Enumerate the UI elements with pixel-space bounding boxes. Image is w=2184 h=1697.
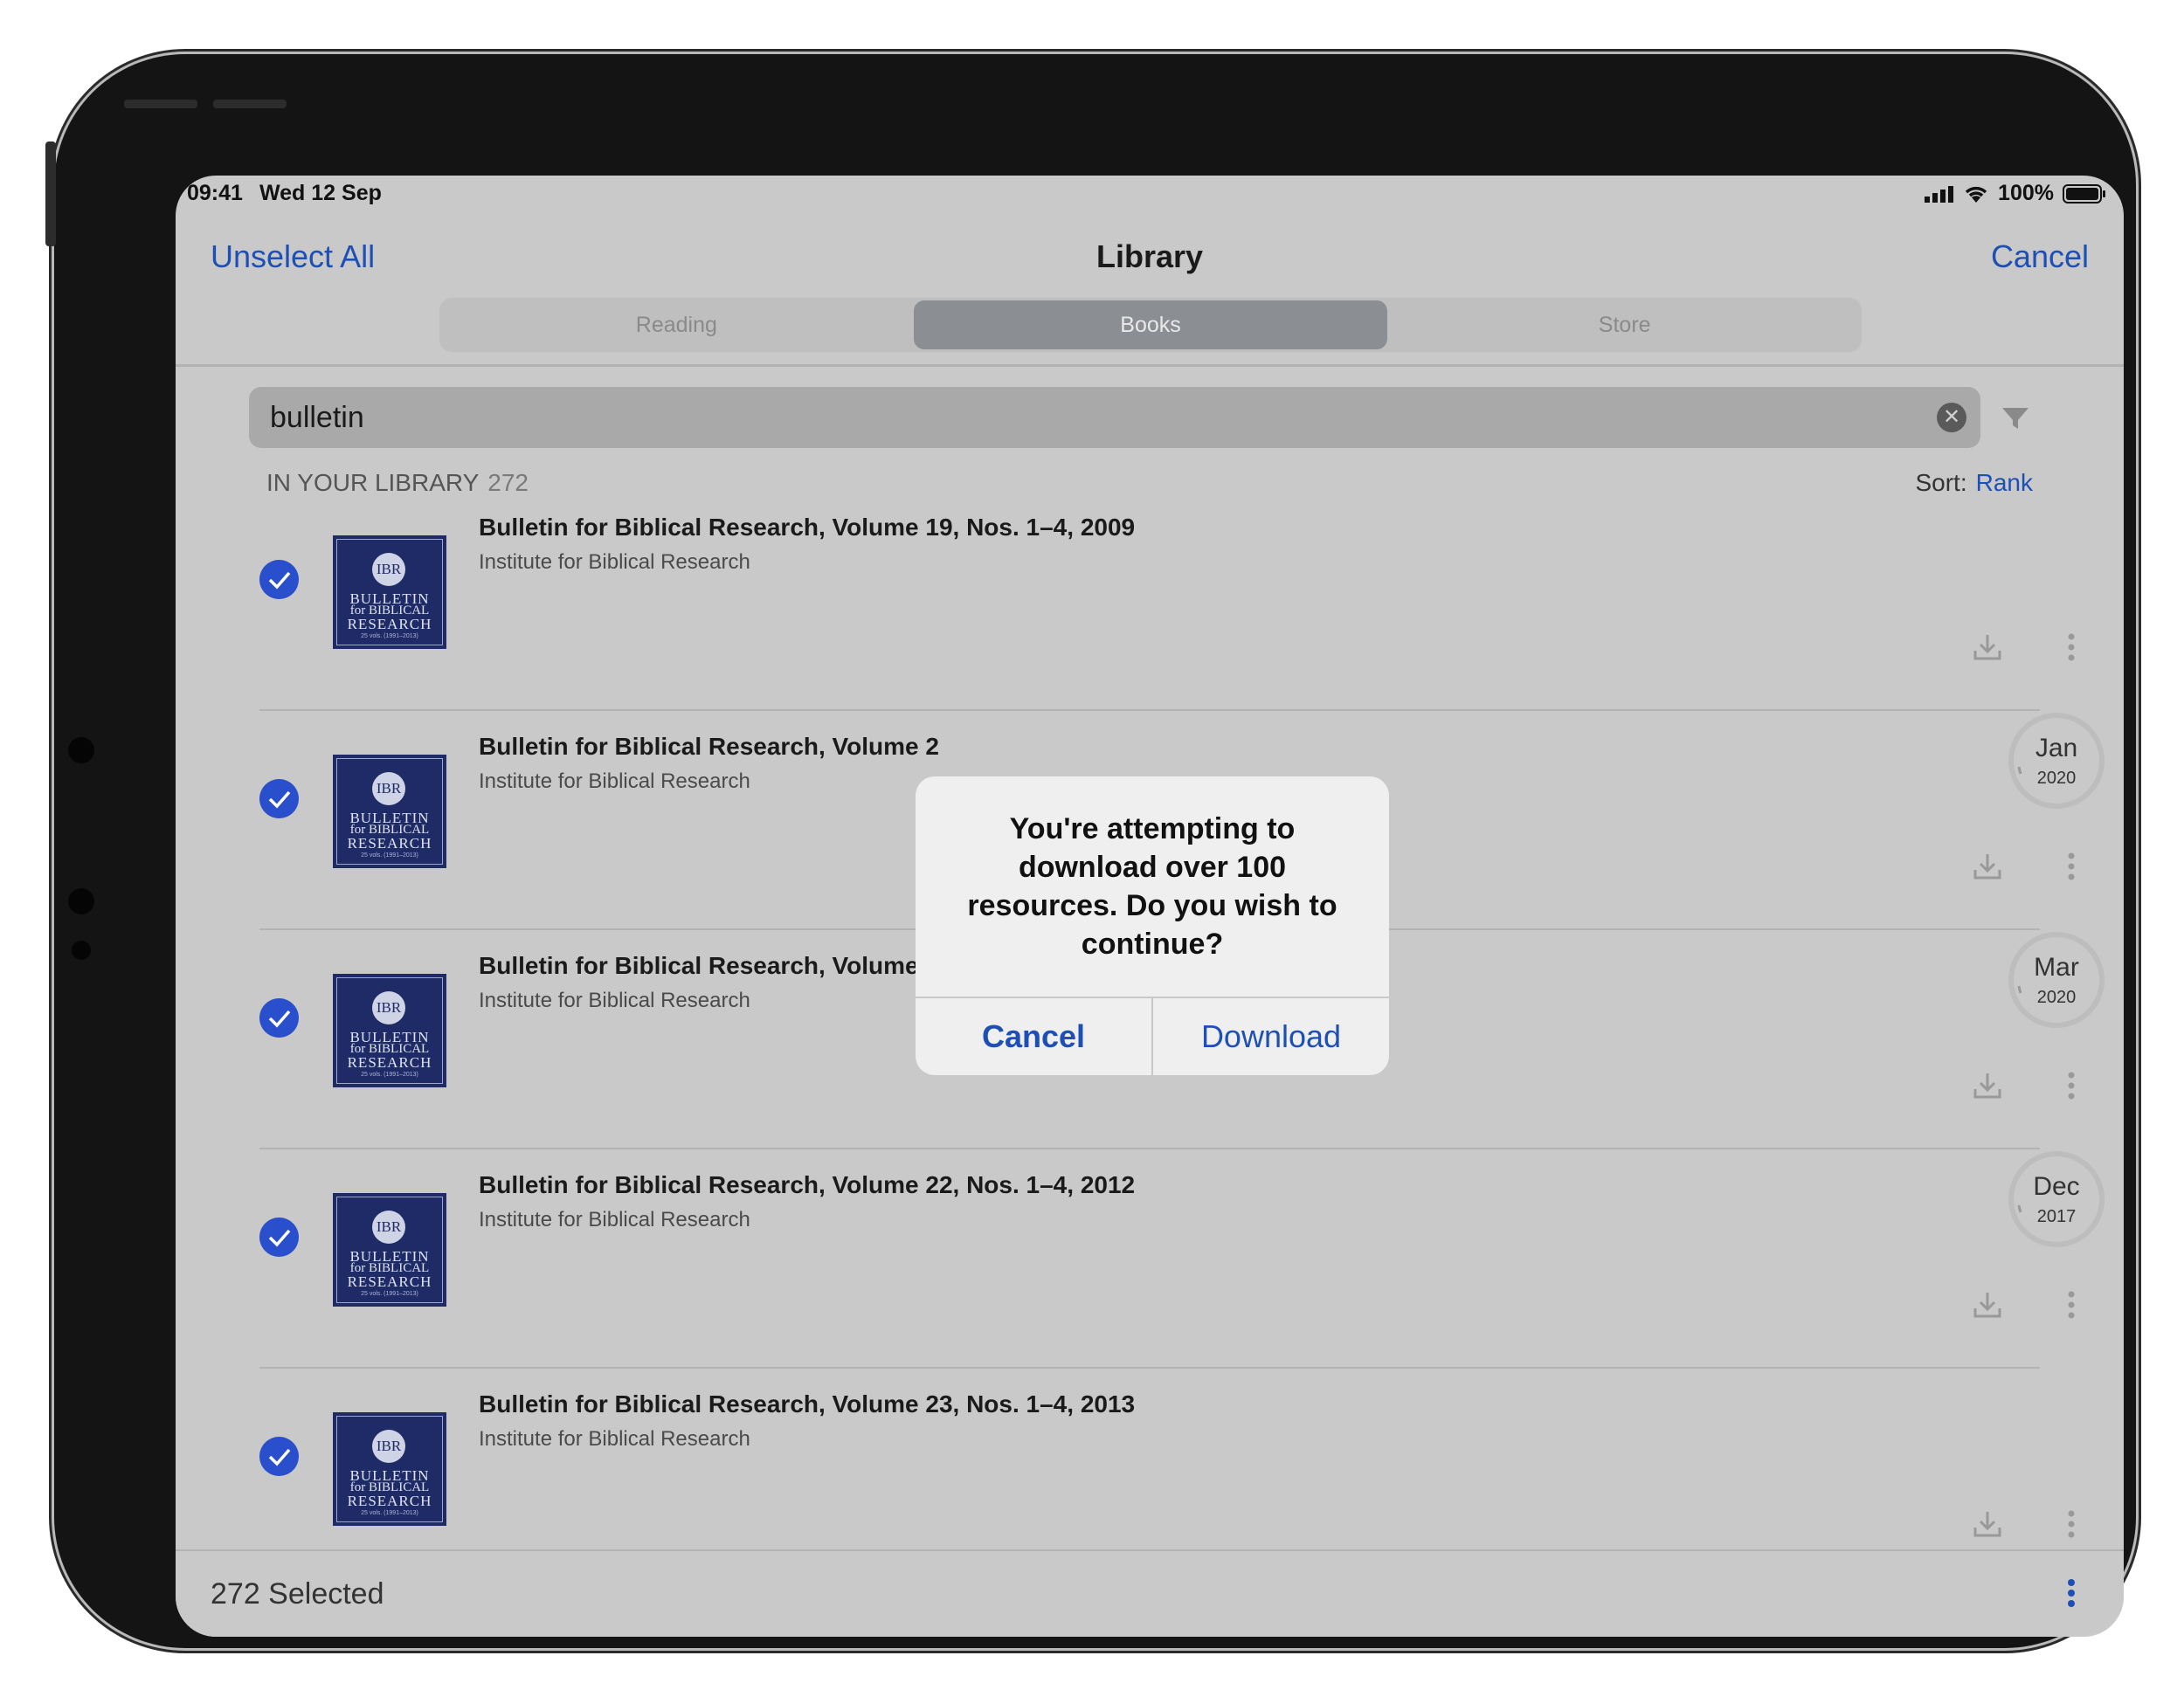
tab-books[interactable]: Books (913, 300, 1388, 349)
cover-seal: IBR (372, 991, 405, 1024)
cover-text: RESEARCH (347, 1493, 432, 1509)
book-cover[interactable]: IBR BULLETIN for BIBLICAL RESEARCH 25 vo… (333, 1193, 446, 1307)
bottom-toolbar: 272 Selected (176, 1549, 2124, 1637)
date-badge: Mar 2020 (2008, 932, 2105, 1028)
badge-month: Mar (2034, 953, 2079, 982)
book-cover[interactable]: IBR BULLETIN for BIBLICAL RESEARCH 25 vo… (333, 1412, 446, 1526)
cancel-button[interactable]: Cancel (1991, 238, 2089, 275)
book-cover[interactable]: IBR BULLETIN for BIBLICAL RESEARCH 25 vo… (333, 755, 446, 868)
book-publisher: Institute for Biblical Research (479, 1208, 750, 1231)
list-item[interactable]: IBR BULLETIN for BIBLICAL RESEARCH 25 vo… (176, 1149, 2124, 1369)
book-publisher: Institute for Biblical Research (479, 989, 750, 1012)
more-options-icon[interactable] (2064, 630, 2078, 665)
navigation-bar: Library Unselect All Cancel (176, 217, 2124, 301)
book-title[interactable]: Bulletin for Biblical Research, Volume 2 (479, 952, 939, 980)
more-options-icon[interactable] (2064, 1507, 2078, 1542)
segmented-control: Reading Books Store (439, 298, 1862, 352)
cover-text: RESEARCH (347, 1054, 432, 1071)
search-input[interactable]: bulletin ✕ (249, 387, 1980, 448)
book-publisher: Institute for Biblical Research (479, 769, 750, 793)
selected-count: 272 Selected (211, 1577, 384, 1611)
cover-seal: IBR (372, 1211, 405, 1244)
selected-checkmark-icon[interactable] (259, 998, 299, 1038)
wifi-icon (1965, 186, 1987, 203)
battery-icon (2063, 183, 2105, 204)
status-date: Wed 12 Sep (259, 181, 382, 205)
alert-download-button[interactable]: Download (1153, 998, 1389, 1075)
book-title[interactable]: Bulletin for Biblical Research, Volume 2… (479, 1171, 1135, 1199)
book-title[interactable]: Bulletin for Biblical Research, Volume 2 (479, 733, 939, 761)
selected-checkmark-icon[interactable] (259, 560, 299, 599)
ipad-frame: 09:41 Wed 12 Sep 100% Library Unselect A… (45, 54, 2136, 1648)
screen: 09:41 Wed 12 Sep 100% Library Unselect A… (176, 176, 2124, 1637)
alert-dialog: You're attempting to download over 100 r… (916, 776, 1389, 1075)
book-title[interactable]: Bulletin for Biblical Research, Volume 2… (479, 1390, 1135, 1418)
book-cover[interactable]: IBR BULLETIN for BIBLICAL RESEARCH 25 vo… (333, 535, 446, 649)
cover-text: 25 vols. (1991–2013) (361, 1510, 418, 1516)
badge-year: 2020 (2036, 988, 2077, 1007)
unselect-all-button[interactable]: Unselect All (211, 238, 375, 275)
clear-search-icon[interactable]: ✕ (1937, 403, 1966, 432)
download-icon[interactable] (1970, 1287, 2005, 1322)
selected-checkmark-icon[interactable] (259, 1218, 299, 1257)
cover-seal: IBR (372, 1430, 405, 1463)
hardware-button (45, 141, 56, 246)
more-options-icon[interactable] (2064, 849, 2078, 884)
book-publisher: Institute for Biblical Research (479, 1427, 750, 1451)
tab-store[interactable]: Store (1387, 298, 1862, 352)
tab-reading[interactable]: Reading (439, 298, 914, 352)
date-badge: Dec 2017 (2008, 1151, 2105, 1247)
camera-dot (72, 941, 91, 960)
cover-text: 25 vols. (1991–2013) (361, 1072, 418, 1078)
search-query: bulletin (270, 401, 364, 434)
cover-text: 25 vols. (1991–2013) (361, 1291, 418, 1297)
badge-month: Dec (2033, 1172, 2080, 1201)
signal-icon (1925, 185, 1954, 203)
cover-text: RESEARCH (347, 616, 432, 632)
date-badge: Jan 2020 (2008, 713, 2105, 809)
badge-year: 2020 (2036, 769, 2077, 788)
book-title[interactable]: Bulletin for Biblical Research, Volume 1… (479, 514, 1135, 542)
header-divider (176, 364, 2124, 367)
cover-text: 25 vols. (1991–2013) (361, 852, 418, 859)
status-time: 09:41 (187, 181, 243, 205)
book-cover[interactable]: IBR BULLETIN for BIBLICAL RESEARCH 25 vo… (333, 974, 446, 1087)
download-icon[interactable] (1970, 1507, 2005, 1542)
more-options-icon[interactable] (2064, 1576, 2078, 1611)
selected-checkmark-icon[interactable] (259, 779, 299, 818)
cover-text: 25 vols. (1991–2013) (361, 633, 418, 639)
status-right: 100% (1925, 181, 2106, 206)
cover-seal: IBR (372, 553, 405, 586)
book-publisher: Institute for Biblical Research (479, 550, 750, 574)
more-options-icon[interactable] (2064, 1287, 2078, 1322)
download-icon[interactable] (1970, 630, 2005, 665)
cover-text: RESEARCH (347, 835, 432, 852)
camera-dot (68, 737, 94, 763)
more-options-icon[interactable] (2064, 1068, 2078, 1103)
hardware-button (213, 100, 287, 108)
battery-percent: 100% (1998, 181, 2054, 205)
cover-seal: IBR (372, 772, 405, 805)
alert-cancel-button[interactable]: Cancel (916, 998, 1151, 1075)
status-bar: 09:41 Wed 12 Sep 100% (176, 176, 2124, 217)
selected-checkmark-icon[interactable] (259, 1437, 299, 1476)
filter-icon[interactable] (1998, 401, 2033, 436)
badge-year: 2017 (2036, 1207, 2077, 1226)
badge-month: Jan (2035, 734, 2078, 762)
list-item[interactable]: IBR BULLETIN for BIBLICAL RESEARCH 25 vo… (176, 492, 2124, 711)
hardware-button (124, 100, 197, 108)
download-icon[interactable] (1970, 1068, 2005, 1103)
page-title: Library (1095, 238, 1204, 274)
alert-message: You're attempting to download over 100 r… (967, 812, 1337, 961)
cover-text: RESEARCH (347, 1273, 432, 1290)
camera-dot (68, 888, 94, 914)
download-icon[interactable] (1970, 849, 2005, 884)
